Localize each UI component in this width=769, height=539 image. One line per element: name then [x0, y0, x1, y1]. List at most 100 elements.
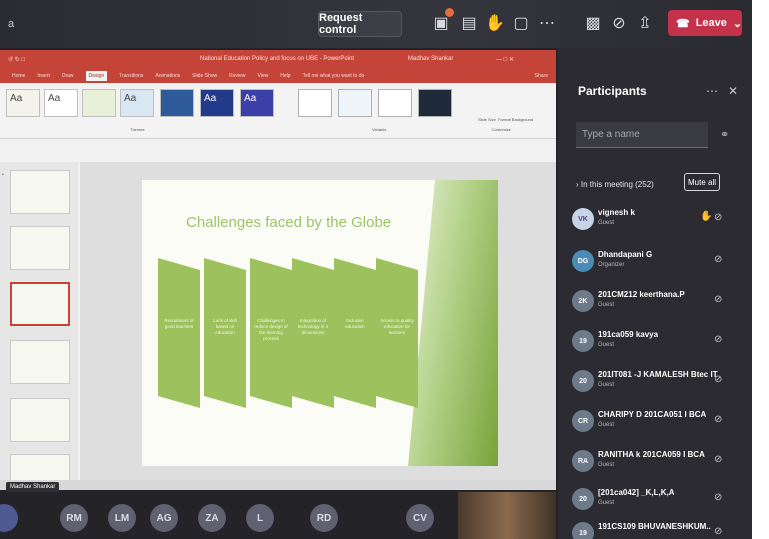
avatar[interactable]: RD — [310, 504, 338, 532]
quick-access-icons[interactable]: ↺ ↻ □ — [8, 56, 25, 63]
mic-off-icon[interactable]: ⊘ — [714, 294, 722, 305]
search-participants-input[interactable] — [576, 122, 708, 148]
participant-row[interactable]: 2K 201CM212 keerthana.P Guest ⊘ — [572, 288, 742, 318]
avatar[interactable]: LM — [108, 504, 136, 532]
chevron-text: Inclusive education — [345, 318, 365, 329]
variant-option[interactable] — [378, 89, 412, 117]
share-button[interactable]: Share — [535, 73, 548, 79]
request-control-button[interactable]: Request control — [318, 11, 402, 37]
mic-off-icon[interactable]: ⊘ — [714, 254, 722, 265]
presenter-camera-video[interactable] — [458, 492, 556, 539]
slide-title[interactable]: Challenges faced by the Globe — [186, 214, 391, 231]
screen: a Request control ▣ ▤ ✋ ▢ ⋯ ▩ ⊘ ⇫ ☎ Leav… — [0, 0, 752, 539]
mic-off-icon[interactable]: ⊘ — [608, 13, 630, 35]
avatar: RA — [572, 450, 594, 472]
participant-row[interactable]: 19 191ca059 kavya Guest ⊘ — [572, 328, 742, 358]
avatar: 20 — [572, 488, 594, 510]
current-slide[interactable]: Challenges faced by the Globe Recruitmen… — [142, 180, 498, 466]
rooms-icon[interactable]: ▢ — [510, 13, 532, 35]
tab-insert[interactable]: Insert — [37, 73, 50, 79]
avatar: 20 — [572, 370, 594, 392]
chevron-shape[interactable]: Challenges to reduce design of the learn… — [250, 258, 292, 408]
share-icon[interactable]: ⇫ — [634, 13, 656, 35]
raise-hand-icon[interactable]: ✋ — [484, 13, 506, 35]
slide-thumbnail[interactable] — [10, 340, 70, 384]
avatar[interactable] — [0, 504, 18, 532]
mic-off-icon[interactable]: ⊘ — [714, 334, 722, 345]
theme-option[interactable] — [82, 89, 116, 117]
theme-option[interactable]: Aa — [240, 89, 274, 117]
chevron-shape[interactable]: Recruitment of good teachers — [158, 258, 200, 408]
variant-option[interactable] — [338, 89, 372, 117]
participant-name: Dhandapani G — [598, 250, 653, 259]
camera-off-icon[interactable]: ▩ — [582, 13, 604, 35]
tab-help[interactable]: Help — [280, 73, 290, 79]
theme-option[interactable] — [160, 89, 194, 117]
chevron-shape[interactable]: Inclusive education — [334, 258, 376, 408]
tab-view[interactable]: View — [258, 73, 269, 79]
avatar[interactable]: AG — [150, 504, 178, 532]
participant-row[interactable]: 20 201IT081 -J KAMALESH Btec IT Guest ⊘ — [572, 368, 742, 398]
tab-review[interactable]: Review — [229, 73, 245, 79]
format-background-button[interactable]: Format Background — [498, 117, 533, 122]
avatar: VK — [572, 208, 594, 230]
ppt-title-bar: ↺ ↻ □ National Education Policy and focu… — [0, 50, 556, 69]
avatar[interactable]: ZA — [198, 504, 226, 532]
theme-option[interactable]: Aa — [200, 89, 234, 117]
variant-option[interactable] — [418, 89, 452, 117]
chevron-text: Integration of technology in 4 dimension… — [297, 318, 329, 335]
ppt-ribbon-tabs: Home Insert Draw Design Transitions Anim… — [0, 69, 556, 83]
avatar: 19 — [572, 330, 594, 352]
leave-button[interactable]: ☎ Leave ⌄ — [668, 10, 742, 36]
window-controls-icon[interactable]: — □ ✕ — [496, 56, 514, 63]
slide-size-button[interactable]: Slide Size — [478, 117, 496, 122]
participant-row[interactable]: CR CHARIPY D 201CA051 I BCA Guest ⊘ — [572, 408, 742, 438]
participant-name: 191ca059 kavya — [598, 330, 659, 339]
variant-option[interactable] — [298, 89, 332, 117]
avatar[interactable]: L — [246, 504, 274, 532]
participant-role: Guest — [598, 500, 615, 506]
more-options-icon[interactable]: ⋯ — [706, 84, 718, 98]
mic-off-icon[interactable]: ⊘ — [714, 212, 722, 223]
participant-row[interactable]: 20 [201ca042] _K,L,K,A Guest ⊘ — [572, 486, 742, 516]
avatar[interactable]: CV — [406, 504, 434, 532]
chevron-text: Access to quality education for learners — [380, 318, 414, 335]
participants-icon[interactable]: ▤ — [458, 13, 480, 35]
mic-off-icon[interactable]: ⊘ — [714, 374, 722, 385]
participant-name: 201IT081 -J KAMALESH Btec IT — [598, 370, 718, 379]
chevron-shape[interactable]: Access to quality education for learners — [376, 258, 418, 408]
mic-off-icon[interactable]: ⊘ — [714, 454, 722, 465]
chevron-shape[interactable]: Integration of technology in 4 dimension… — [292, 258, 334, 408]
theme-option[interactable]: Aa — [44, 89, 78, 117]
mic-off-icon[interactable]: ⊘ — [714, 414, 722, 425]
share-invite-icon[interactable]: ⚭ — [720, 128, 729, 141]
in-meeting-count: In this meeting (252) — [580, 180, 654, 189]
tab-slide-show[interactable]: Slide Show — [192, 73, 217, 79]
theme-option[interactable]: Aa — [120, 89, 154, 117]
in-meeting-header[interactable]: › In this meeting (252) — [576, 180, 654, 189]
slide-thumbnail[interactable] — [10, 170, 70, 214]
panel-title: Participants — [578, 84, 647, 98]
participant-row[interactable]: 19 191CS109 BHUVANESHKUM.. ⊘ — [572, 520, 742, 539]
participant-row[interactable]: RA RANITHA k 201CA059 I BCA Guest ⊘ — [572, 448, 742, 478]
mute-all-button[interactable]: Mute all — [684, 173, 720, 191]
slide-thumbnail-selected[interactable] — [10, 282, 70, 326]
tab-transitions[interactable]: Transitions — [119, 73, 143, 79]
chevron-shape[interactable]: Lack of skill based on education — [204, 258, 246, 408]
slide-thumbnail[interactable] — [10, 226, 70, 270]
slide-thumbnail[interactable] — [10, 398, 70, 442]
chevron-down-icon[interactable]: ⌄ — [733, 17, 742, 30]
theme-option[interactable]: Aa — [6, 89, 40, 117]
mic-off-icon[interactable]: ⊘ — [714, 526, 722, 537]
tell-me-search[interactable]: Tell me what you want to do — [303, 73, 365, 79]
tab-design[interactable]: Design — [85, 71, 108, 81]
tab-draw[interactable]: Draw — [62, 73, 74, 79]
tab-animations[interactable]: Animations — [155, 73, 180, 79]
avatar[interactable]: RM — [60, 504, 88, 532]
tab-home[interactable]: Home — [12, 73, 25, 79]
more-icon[interactable]: ⋯ — [536, 13, 558, 35]
close-icon[interactable]: ✕ — [728, 84, 738, 98]
participant-row[interactable]: VK vignesh k Guest ✋ ⊘ — [572, 206, 742, 236]
participant-row[interactable]: DG Dhandapani G Organizer ⊘ — [572, 248, 742, 278]
mic-off-icon[interactable]: ⊘ — [714, 492, 722, 503]
